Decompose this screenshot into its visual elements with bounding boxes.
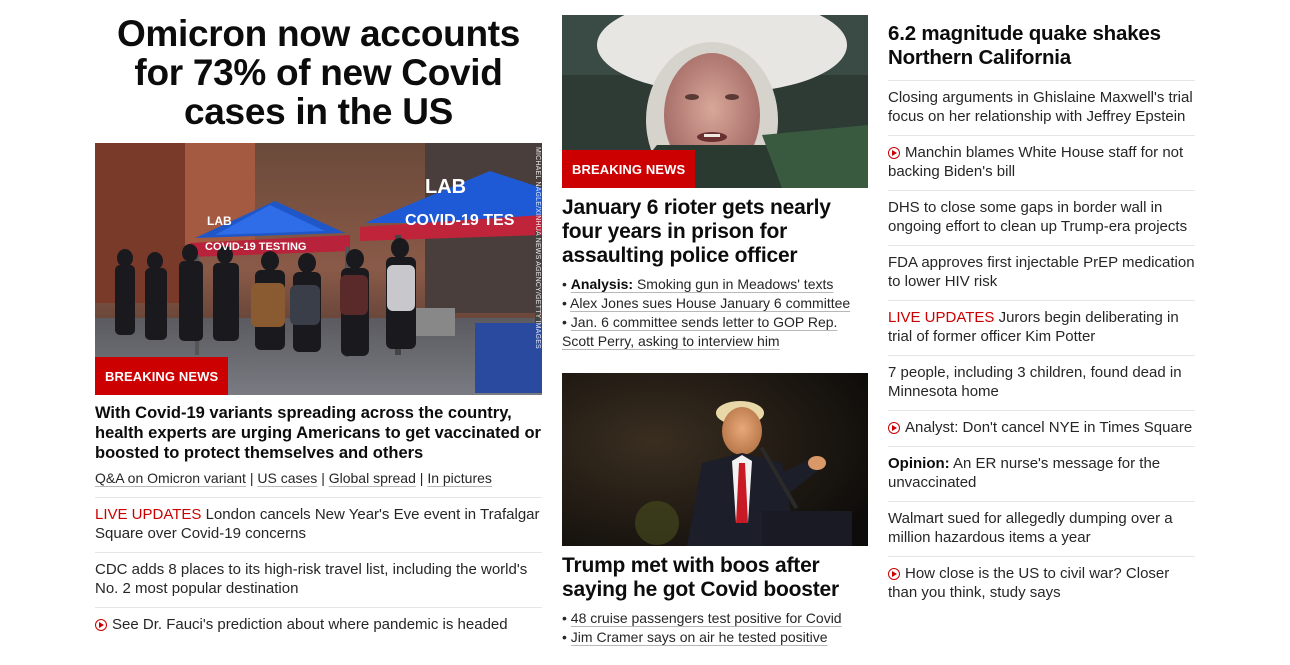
bullet-text: Alex Jones sues House January 6 committe… bbox=[570, 295, 851, 311]
bullet-text: Jan. 6 committee sends letter to GOP Rep… bbox=[562, 314, 838, 349]
testing-site-image[interactable]: LAB LAB COVID-19 TESTING COVID-19 TES MI… bbox=[95, 143, 542, 395]
story-text: See Dr. Fauci's prediction about where p… bbox=[112, 616, 508, 633]
lead-subheadline-link[interactable]: With Covid-19 variants spreading across … bbox=[95, 403, 542, 463]
trump-image[interactable] bbox=[562, 373, 868, 546]
story-item[interactable]: Closing arguments in Ghislaine Maxwell's… bbox=[888, 80, 1195, 135]
bullet-char: • bbox=[562, 314, 567, 330]
live-updates-tag: LIVE UPDATES bbox=[888, 309, 995, 326]
bullet-item[interactable]: • Alex Jones sues House January 6 commit… bbox=[562, 294, 868, 313]
quake-headline-link[interactable]: 6.2 magnitude quake shakes Northern Cali… bbox=[888, 22, 1195, 70]
bullet-item[interactable]: • Analysis: Smoking gun in Meadows' text… bbox=[562, 275, 868, 294]
story-item[interactable]: See Dr. Fauci's prediction about where p… bbox=[95, 607, 542, 643]
story-item[interactable]: LIVE UPDATES London cancels New Year's E… bbox=[95, 497, 542, 552]
live-updates-tag: LIVE UPDATES bbox=[95, 506, 202, 523]
story-item[interactable]: How close is the US to civil war? Closer… bbox=[888, 556, 1195, 611]
tent-text-right: COVID-19 TES bbox=[405, 212, 515, 229]
bullet-char: • bbox=[562, 276, 567, 292]
link-omicron-qa[interactable]: Q&A on Omicron variant bbox=[95, 470, 246, 486]
link-in-pictures[interactable]: In pictures bbox=[427, 470, 492, 486]
link-separator: | bbox=[321, 470, 325, 486]
story-text: CDC adds 8 places to its high-risk trave… bbox=[95, 561, 528, 597]
story-item[interactable]: CDC adds 8 places to its high-risk trave… bbox=[95, 552, 542, 607]
opinion-label: Opinion: bbox=[888, 455, 950, 472]
story-text: Manchin blames White House staff for not… bbox=[888, 144, 1184, 180]
bullet-text: Jim Cramer says on air he tested positiv… bbox=[570, 629, 828, 645]
tent-logo-right: LAB bbox=[425, 176, 466, 198]
story-item[interactable]: Analyst: Don't cancel NYE in Times Squar… bbox=[888, 410, 1195, 446]
story-item[interactable]: LIVE UPDATES Jurors begin deliberating i… bbox=[888, 300, 1195, 355]
breaking-news-badge: BREAKING NEWS bbox=[562, 150, 696, 188]
story-item[interactable]: Manchin blames White House staff for not… bbox=[888, 135, 1195, 190]
play-video-icon bbox=[95, 619, 107, 631]
bullet-text: 48 cruise passengers test positive for C… bbox=[570, 610, 842, 626]
link-global-spread[interactable]: Global spread bbox=[329, 470, 416, 486]
hero-headline-link[interactable]: Omicron now accounts for 73% of new Covi… bbox=[95, 14, 542, 131]
bullet-item[interactable]: • Jan. 6 committee sends letter to GOP R… bbox=[562, 313, 868, 351]
related-bullets: • Analysis: Smoking gun in Meadows' text… bbox=[562, 275, 868, 351]
story-item[interactable]: FDA approves first injectable PrEP medic… bbox=[888, 245, 1195, 300]
story-text: 7 people, including 3 children, found de… bbox=[888, 364, 1182, 400]
story-text: Walmart sued for allegedly dumping over … bbox=[888, 510, 1173, 546]
story-text: Closing arguments in Ghislaine Maxwell's… bbox=[888, 89, 1193, 125]
related-links: Q&A on Omicron variant | US cases | Glob… bbox=[95, 469, 542, 487]
story-text: Analyst: Don't cancel NYE in Times Squar… bbox=[905, 419, 1193, 436]
play-video-icon bbox=[888, 568, 900, 580]
rioter-headline-link[interactable]: January 6 rioter gets nearly four years … bbox=[562, 196, 868, 268]
trump-headline-link[interactable]: Trump met with boos after saying he got … bbox=[562, 554, 868, 602]
lead-column: Omicron now accounts for 73% of new Covi… bbox=[95, 0, 542, 643]
tent-text-left: COVID-19 TESTING bbox=[205, 241, 306, 253]
story-text: DHS to close some gaps in border wall in… bbox=[888, 199, 1188, 235]
bullet-item[interactable]: • 48 cruise passengers test positive for… bbox=[562, 609, 868, 628]
analysis-label: Analysis: bbox=[570, 276, 634, 292]
bullet-char: • bbox=[562, 629, 567, 645]
rioter-image[interactable]: BREAKING NEWS bbox=[562, 15, 868, 188]
story-text: How close is the US to civil war? Closer… bbox=[888, 565, 1170, 601]
story-item[interactable]: 7 people, including 3 children, found de… bbox=[888, 355, 1195, 410]
story-item[interactable]: DHS to close some gaps in border wall in… bbox=[888, 190, 1195, 245]
link-us-cases[interactable]: US cases bbox=[257, 470, 317, 486]
story-item[interactable]: Opinion: An ER nurse's message for the u… bbox=[888, 446, 1195, 501]
story-item[interactable]: Walmart sued for allegedly dumping over … bbox=[888, 501, 1195, 556]
breaking-news-badge: BREAKING NEWS bbox=[95, 357, 229, 395]
story-text: FDA approves first injectable PrEP medic… bbox=[888, 254, 1195, 290]
bullet-char: • bbox=[562, 610, 567, 626]
trump-photo bbox=[562, 373, 868, 546]
link-separator: | bbox=[419, 470, 424, 486]
right-column: 6.2 magnitude quake shakes Northern Cali… bbox=[888, 0, 1195, 611]
bullet-char: • bbox=[562, 295, 567, 311]
link-separator: | bbox=[249, 470, 254, 486]
related-bullets: • 48 cruise passengers test positive for… bbox=[562, 609, 868, 647]
bullet-item[interactable]: • Jim Cramer says on air he tested posit… bbox=[562, 628, 868, 647]
play-video-icon bbox=[888, 147, 900, 159]
play-video-icon bbox=[888, 422, 900, 434]
photo-credit: MICHAEL NAGLE/XINHUA NEWS AGENCY/GETTY I… bbox=[534, 147, 541, 349]
middle-column: BREAKING NEWS January 6 rioter gets near… bbox=[562, 0, 868, 647]
tent-logo-left: LAB bbox=[207, 214, 232, 228]
bullet-text: Smoking gun in Meadows' texts bbox=[636, 276, 834, 292]
